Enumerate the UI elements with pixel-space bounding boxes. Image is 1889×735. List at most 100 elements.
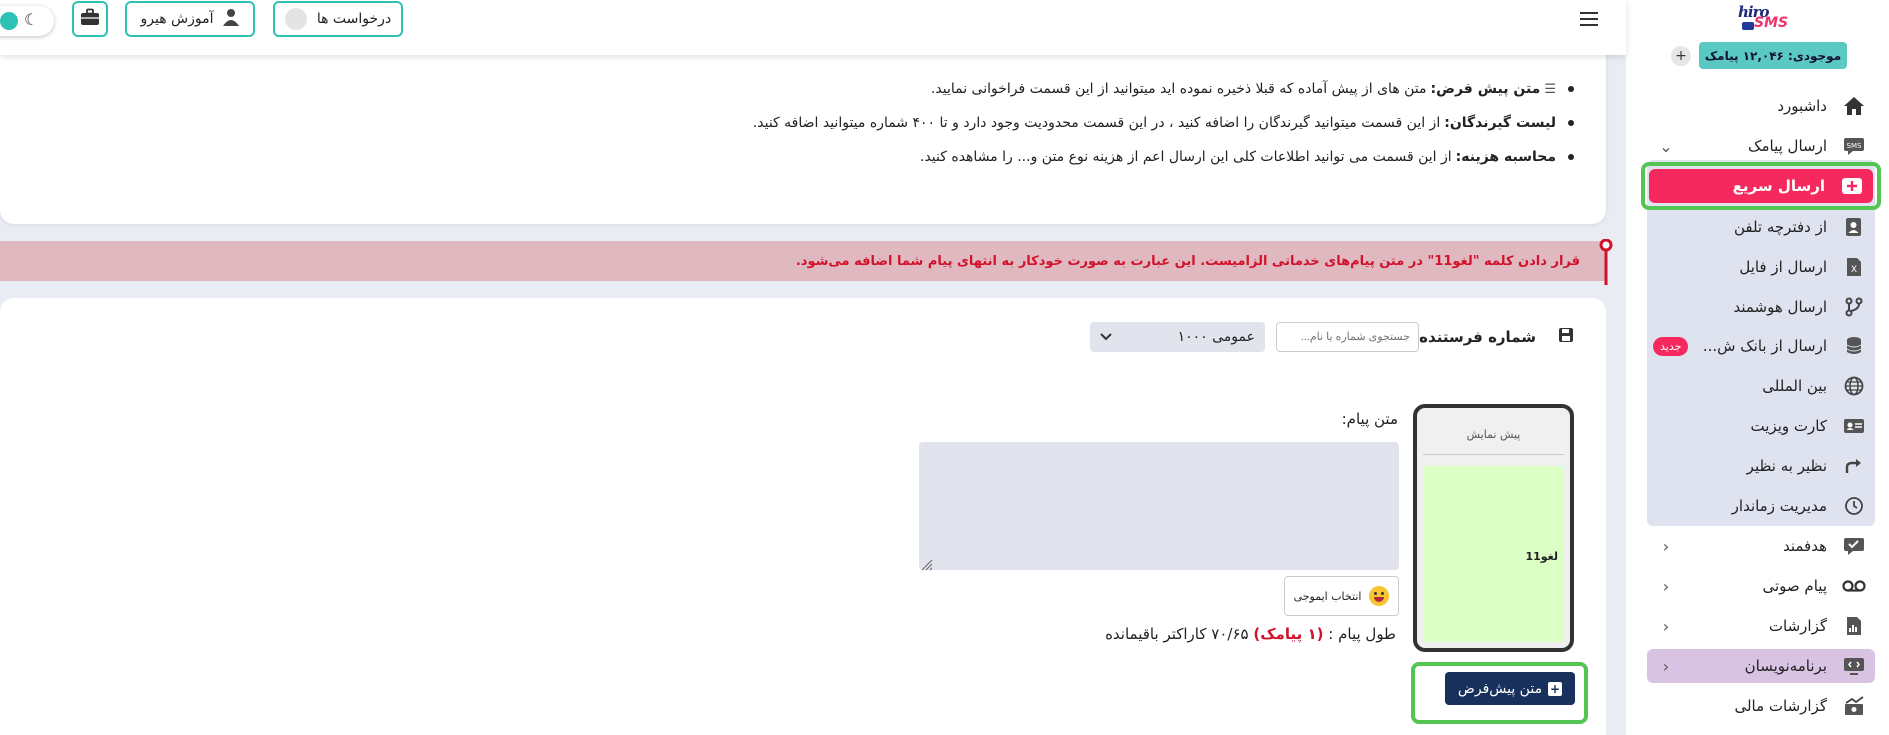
info-text: از این قسمت می توانید اطلاعات کلی این ار…	[920, 149, 1452, 165]
chevron-left-icon[interactable]: ‹	[1653, 657, 1679, 676]
finance-icon	[1841, 693, 1867, 719]
emoji-button-label: انتخاب ایموجی	[1293, 589, 1362, 603]
requests-count-icon	[284, 8, 307, 30]
info-title: متن پیش فرض:	[1430, 81, 1541, 97]
sidebar-item-label: ارسال هوشمند	[1733, 298, 1827, 316]
chevron-left-icon[interactable]: ‹	[1653, 577, 1679, 596]
sidebar-item-label: مدیریت زماندار	[1731, 497, 1827, 515]
sidebar-item-phonebook[interactable]: از دفترچه تلفن	[1647, 210, 1875, 244]
peer-to-peer-icon	[1841, 453, 1867, 479]
database-icon	[1841, 333, 1867, 359]
sidebar-item-label: ارسال از بانک ش...	[1702, 337, 1827, 355]
logo[interactable]: hiro SMS	[1734, 3, 1790, 35]
save-icon[interactable]	[1558, 327, 1574, 347]
chevron-down-icon[interactable]: ⌄	[1653, 137, 1679, 156]
moon-icon: ☾	[24, 10, 39, 29]
message-length: طول پیام : (۱ پیامک) ۷۰/۶۵ کاراکتر باقیم…	[1105, 625, 1396, 643]
top-bar: ☾ آموزش هیرو درخواست ها	[0, 0, 1626, 55]
info-text: متن های از پیش آماده که قبلا ذخیره نموده…	[930, 81, 1427, 97]
sms-count: (۱ پیامک)	[1253, 625, 1324, 643]
targeted-icon	[1841, 533, 1867, 559]
sidebar-item-label: داشبورد	[1777, 97, 1827, 115]
sender-search-input[interactable]	[1276, 322, 1419, 352]
sidebar-item-label: کارت ویزیت	[1750, 417, 1827, 435]
logo-text-sms: SMS	[1754, 15, 1789, 31]
chevron-left-icon[interactable]: ‹	[1653, 617, 1679, 636]
timer-icon	[1841, 493, 1867, 519]
business-card-icon	[1841, 413, 1867, 439]
resize-handle-icon[interactable]	[921, 556, 933, 571]
sidebar-item-label: ارسال از فایل	[1739, 258, 1827, 276]
info-title: محاسبه هزینه:	[1455, 149, 1556, 165]
preview-screen: لغو11	[1423, 466, 1564, 642]
sidebar-item-label: نظیر به نظیر	[1746, 457, 1827, 475]
sidebar-item-targeted[interactable]: هدفمند ‹	[1647, 529, 1875, 563]
alert-text: قرار دادن کلمه "لغو11" در متن پیام‌های خ…	[795, 253, 1580, 269]
flag-icon	[1742, 22, 1754, 30]
sender-number-select[interactable]: عمومی ۱۰۰۰	[1090, 322, 1265, 352]
emoji-icon	[1369, 586, 1390, 606]
smart-send-icon	[1841, 294, 1867, 320]
briefcase-icon	[80, 8, 100, 30]
emoji-picker-button[interactable]: انتخاب ایموجی	[1284, 576, 1399, 616]
sidebar-item-international[interactable]: بین المللی	[1647, 369, 1875, 403]
sender-number-label: شماره فرستنده :	[1407, 328, 1536, 346]
chevron-left-icon[interactable]: ‹	[1653, 537, 1679, 556]
sidebar-item-label: ارسال سریع	[1732, 177, 1825, 195]
sidebar-item-send-from-file[interactable]: X ارسال از فایل	[1647, 250, 1875, 284]
quick-send-icon	[1839, 173, 1865, 199]
phonebook-icon	[1841, 214, 1867, 240]
svg-text:X: X	[1851, 265, 1857, 275]
sender-number-row: شماره فرستنده :	[1408, 322, 1574, 352]
add-credit-button[interactable]: +	[1671, 46, 1691, 66]
developers-icon	[1841, 653, 1867, 679]
sidebar-item-scheduled[interactable]: مدیریت زماندار	[1647, 489, 1875, 523]
portfolio-button[interactable]	[72, 1, 108, 37]
sidebar-item-developers[interactable]: برنامه‌نویسان ‹	[1647, 649, 1875, 683]
sidebar-item-peer-to-peer[interactable]: نظیر به نظیر	[1647, 449, 1875, 483]
sidebar-item-label: هدفمند	[1782, 537, 1827, 555]
voicemail-icon	[1841, 573, 1867, 599]
message-textarea[interactable]	[919, 442, 1399, 571]
sidebar-item-business-card[interactable]: کارت ویزیت	[1647, 409, 1875, 443]
sidebar-item-dashboard[interactable]: داشبورد	[1647, 89, 1875, 123]
sidebar-item-send-from-bank[interactable]: ارسال از بانک ش... جدید	[1647, 329, 1875, 363]
toggle-knob	[0, 12, 18, 30]
sidebar-item-label: گزارشات	[1768, 617, 1827, 635]
new-badge: جدید	[1653, 336, 1689, 356]
sms-icon: SMS	[1841, 133, 1867, 159]
sidebar-item-label: ارسال پیامک	[1748, 137, 1827, 155]
info-text: از این قسمت میتوانید گیرندگان را اضافه ک…	[752, 115, 1441, 131]
hamburger-menu-icon[interactable]	[1578, 8, 1600, 28]
info-title: لیست گیرندگان:	[1444, 115, 1556, 131]
info-list: ☰ متن پیش فرض: متن های از پیش آماده که ق…	[752, 72, 1575, 174]
requests-label: درخواست ها	[316, 11, 392, 27]
theme-toggle[interactable]: ☾	[0, 6, 54, 36]
user-icon	[222, 8, 240, 30]
reports-icon	[1841, 613, 1867, 639]
svg-text:SMS: SMS	[1847, 142, 1862, 150]
sidebar-item-label: گزارشات مالی	[1734, 697, 1827, 715]
sidebar-item-label: بین المللی	[1762, 377, 1827, 395]
requests-button[interactable]: درخواست ها	[273, 1, 403, 37]
preview-title: پیش نمایش	[1466, 428, 1521, 441]
default-text-button[interactable]: + متن پیش‌فرض	[1445, 672, 1575, 705]
sidebar-item-smart-send[interactable]: ارسال هوشمند	[1647, 290, 1875, 324]
sidebar: hiro SMS موجودی: ۱۲,۰۴۶ پیامک + داشبورد …	[1626, 0, 1889, 735]
sidebar-item-send-sms[interactable]: SMS ارسال پیامک ⌄	[1647, 129, 1875, 163]
characters-remaining: ۷۰/۶۵ کاراکتر باقیمانده	[1105, 625, 1249, 643]
alert-banner: قرار دادن کلمه "لغو11" در متن پیام‌های خ…	[0, 238, 1613, 285]
pin-icon	[1598, 238, 1614, 285]
list-icon: ☰	[1544, 81, 1556, 97]
sidebar-item-finance-reports[interactable]: گزارشات مالی	[1647, 689, 1875, 723]
preview-message-text: لغو11	[1525, 550, 1558, 563]
sidebar-item-voice-message[interactable]: پیام صوتی ‹	[1647, 569, 1875, 603]
chevron-down-icon	[1100, 329, 1112, 345]
credit-area: موجودی: ۱۲,۰۴۶ پیامک +	[1669, 42, 1847, 69]
phone-preview: پیش نمایش لغو11	[1413, 404, 1574, 652]
sidebar-item-quick-send[interactable]: ارسال سریع	[1649, 169, 1873, 203]
hiro-training-label: آموزش هیرو	[140, 11, 214, 27]
sidebar-item-reports[interactable]: گزارشات ‹	[1647, 609, 1875, 643]
sidebar-item-label: برنامه‌نویسان	[1744, 657, 1827, 675]
hiro-training-button[interactable]: آموزش هیرو	[125, 1, 255, 37]
